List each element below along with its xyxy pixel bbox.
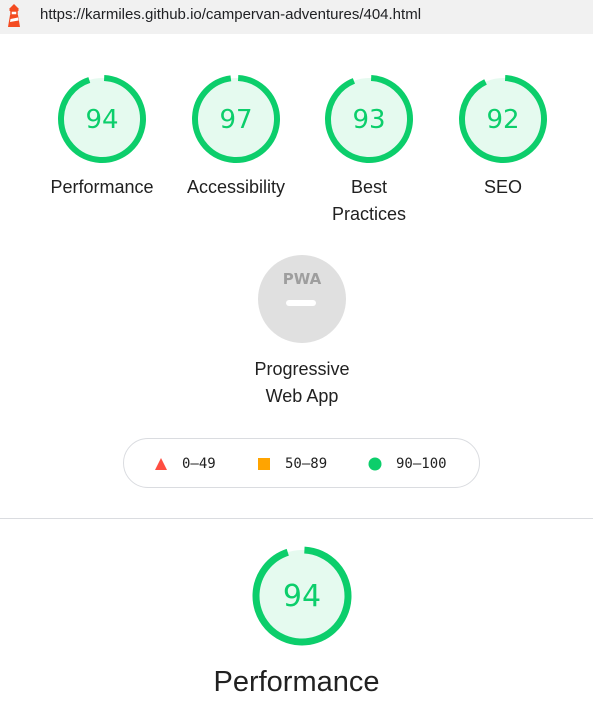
- lighthouse-icon: [8, 4, 20, 27]
- gauge-ring: 93: [325, 75, 413, 163]
- gauge-ring: 94: [57, 75, 146, 163]
- gauge-score: 94: [85, 105, 118, 135]
- section-title: Performance: [213, 666, 380, 698]
- triangle-icon: [155, 458, 167, 470]
- legend-item-fail: 0–49: [154, 455, 216, 473]
- gauge-score: 97: [219, 105, 252, 135]
- legend-item-average: 50–89: [257, 455, 327, 473]
- gauge-ring: 97: [192, 75, 280, 163]
- gauge-label: Best Practices: [331, 177, 407, 224]
- score-scale-legend: 0–49 50–89 90–100: [123, 438, 480, 488]
- gauge-pwa[interactable]: PWA Progressive Web App: [246, 253, 358, 410]
- pwa-badge-text: PWA: [283, 270, 322, 288]
- url-text[interactable]: https://karmiles.github.io/campervan-adv…: [40, 6, 421, 23]
- legend-item-pass: 90–100: [368, 455, 447, 473]
- legend-range: 0–49: [182, 456, 216, 472]
- gauge-best-practices[interactable]: 93 Best Practices: [313, 73, 425, 228]
- gauge-label: SEO: [483, 177, 522, 197]
- gauge-label: Accessibility: [186, 177, 286, 197]
- legend-range: 90–100: [396, 456, 447, 472]
- address-bar[interactable]: https://karmiles.github.io/campervan-adv…: [0, 0, 593, 34]
- gauge-ring: 92: [459, 75, 547, 163]
- gauge-score: 94: [283, 579, 321, 614]
- gauge-seo[interactable]: 92 SEO: [447, 73, 559, 201]
- gauge-performance-detail: 94: [250, 544, 354, 648]
- gauge-score: 93: [352, 105, 385, 135]
- gauge-score: 92: [486, 105, 519, 135]
- gauge-ring: 94: [252, 546, 352, 646]
- gauge-performance[interactable]: 94 Performance: [46, 73, 158, 201]
- pwa-badge-icon: PWA: [258, 255, 346, 343]
- gauge-label: Progressive Web App: [254, 359, 350, 406]
- gauge-accessibility[interactable]: 97 Accessibility: [180, 73, 292, 201]
- circle-icon: [368, 457, 382, 471]
- square-icon: [258, 458, 270, 470]
- legend-range: 50–89: [285, 456, 328, 472]
- section-divider: [0, 518, 593, 519]
- gauge-label: Performance: [50, 177, 154, 197]
